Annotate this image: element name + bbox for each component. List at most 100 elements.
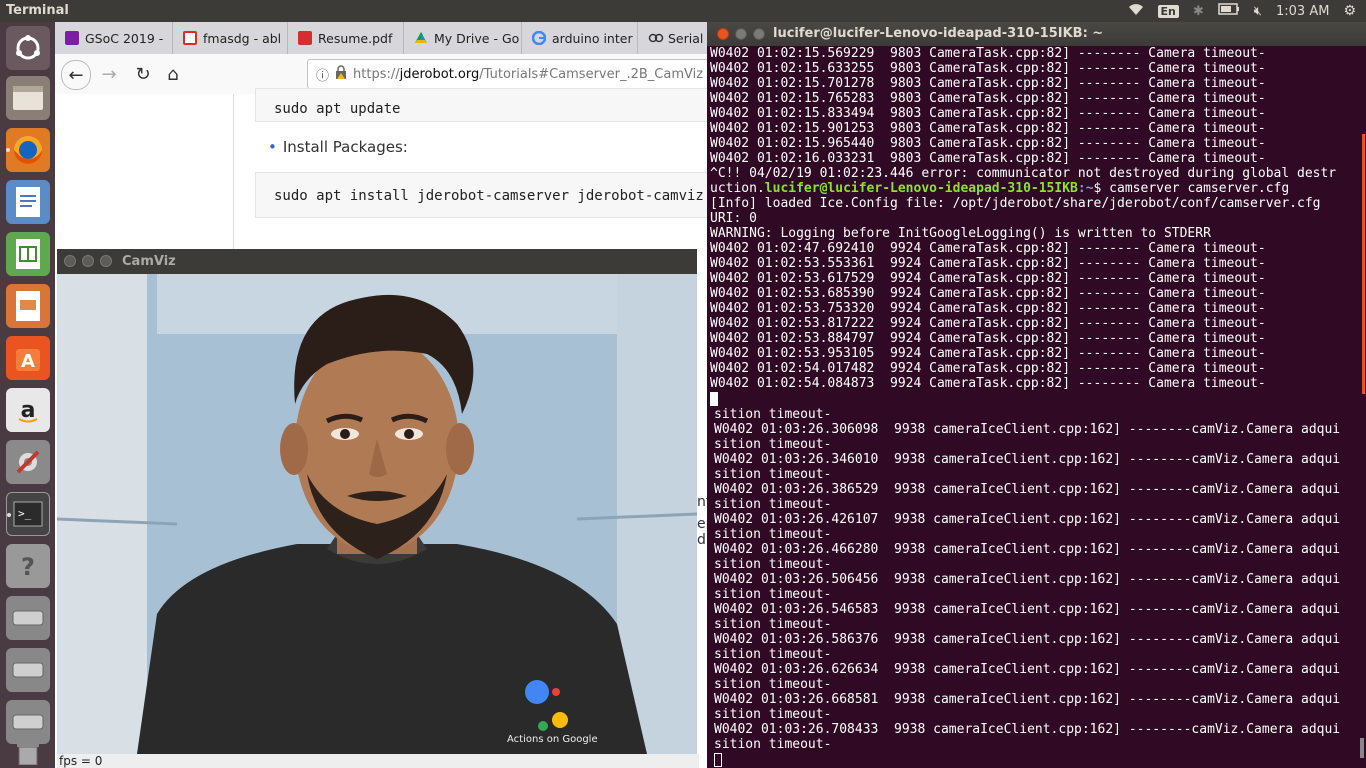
list-item: • Install Packages: (268, 138, 408, 156)
unity-launcher: A a >_ ? (0, 22, 55, 768)
amazon-icon[interactable]: a (6, 388, 50, 432)
home-icon[interactable]: ⌂ (159, 60, 187, 88)
log-line: sition timeout- (714, 527, 832, 542)
maximize-icon[interactable] (100, 255, 112, 267)
code-block: sudo apt install jderobot-camserver jder… (255, 172, 715, 218)
keyboard-layout-indicator[interactable]: En (1157, 4, 1179, 18)
log-line: W0402 01:03:26.426107 9938 cameraIceClie… (714, 512, 1341, 527)
terminal-scrollbar[interactable] (1360, 738, 1364, 758)
log-line: W0402 01:02:53.884797 9924 CameraTask.cp… (710, 331, 1266, 346)
log-line: W0402 01:02:54.017482 9924 CameraTask.cp… (710, 361, 1266, 376)
camviz-window: CamViz Actions on Google fps = 0 (57, 249, 699, 768)
ubuntu-dash-icon[interactable] (6, 26, 50, 70)
clock[interactable]: 1:03 AM (1276, 4, 1329, 19)
volume-icon[interactable]: 🔇︎ (1254, 4, 1262, 19)
log-line: W0402 01:02:15.569229 9803 CameraTask.cp… (710, 46, 1266, 61)
log-line: W0402 01:03:26.506456 9938 cameraIceClie… (714, 572, 1341, 587)
log-line: W0402 01:02:53.817222 9924 CameraTask.cp… (710, 316, 1266, 331)
log-line: W0402 01:02:15.833494 9803 CameraTask.cp… (710, 106, 1266, 121)
terminal-scrollbar[interactable] (1362, 134, 1365, 394)
browser-tab[interactable]: GSoC 2019 - (55, 22, 173, 54)
browser-tab[interactable]: My Drive - Go (404, 22, 522, 54)
firefox-icon[interactable] (6, 128, 50, 172)
trash-icon[interactable] (6, 738, 50, 768)
log-line: sition timeout- (714, 617, 832, 632)
close-icon[interactable] (64, 255, 76, 267)
terminal-titlebar[interactable]: lucifer@lucifer-Lenovo-ideapad-310-15IKB… (707, 22, 1366, 46)
log-line: sition timeout- (714, 467, 832, 482)
minimize-icon[interactable] (82, 255, 94, 267)
ubuntu-software-icon[interactable]: A (6, 336, 50, 380)
arduino-favicon-icon (648, 31, 664, 45)
bluetooth-icon[interactable]: ✱ (1193, 4, 1204, 19)
camviz-titlebar[interactable]: CamViz (57, 249, 697, 275)
log-line: sition timeout- (714, 737, 832, 752)
lock-warning-icon[interactable] (335, 65, 347, 83)
power-gear-icon[interactable]: ⚙ (1343, 3, 1356, 19)
drive-icon[interactable] (6, 648, 50, 692)
maximize-icon[interactable] (753, 28, 765, 40)
log-line: WARNING: Logging before InitGoogleLoggin… (710, 226, 1211, 241)
log-line: W0402 01:03:26.466280 9938 cameraIceClie… (714, 542, 1341, 557)
log-line: W0402 01:03:26.708433 9938 cameraIceClie… (714, 722, 1341, 737)
log-line: W0402 01:03:26.546583 9938 cameraIceClie… (714, 602, 1341, 617)
svg-text:>_: >_ (18, 507, 32, 520)
url-bar[interactable]: ⓘ https://jderobot.org/Tutorials#Camserv… (307, 59, 727, 89)
cursor-line[interactable] (710, 391, 1336, 406)
wifi-icon[interactable] (1128, 2, 1144, 20)
terminal-icon[interactable]: >_ (6, 492, 50, 536)
terminal-window-2[interactable]: sition timeout- W0402 01:03:26.306098 993… (707, 407, 1366, 768)
system-tray: En ✱ 🔇︎ 1:03 AM ⚙ (1128, 2, 1356, 20)
log-line: sition timeout- (714, 677, 832, 692)
browser-tab[interactable]: fmasdg - abl (173, 22, 288, 54)
log-line: [Info] loaded Ice.Config file: /opt/jder… (710, 196, 1321, 211)
browser-tab[interactable]: Resume.pdf (288, 22, 404, 54)
browser-tab[interactable]: Serial C (638, 22, 715, 54)
log-line: W0402 01:02:15.701278 9803 CameraTask.cp… (710, 76, 1266, 91)
cursor-line[interactable] (714, 752, 1340, 767)
libreoffice-writer-icon[interactable] (6, 180, 50, 224)
prompt-line: uction.lucifer@lucifer-Lenovo-ideapad-31… (710, 181, 1290, 196)
terminal-window-1[interactable]: lucifer@lucifer-Lenovo-ideapad-310-15IKB… (707, 22, 1366, 408)
files-icon[interactable] (6, 76, 50, 120)
libreoffice-impress-icon[interactable] (6, 284, 50, 328)
log-line: W0402 01:02:53.685390 9924 CameraTask.cp… (710, 286, 1266, 301)
log-line: sition timeout- (714, 497, 832, 512)
log-line: W0402 01:02:16.033231 9803 CameraTask.cp… (710, 151, 1266, 166)
log-line: W0402 01:03:26.586376 9938 cameraIceClie… (714, 632, 1341, 647)
text-cursor (710, 391, 718, 406)
info-icon[interactable]: ⓘ (316, 65, 329, 84)
libreoffice-calc-icon[interactable] (6, 232, 50, 276)
window-title: lucifer@lucifer-Lenovo-ideapad-310-15IKB… (773, 26, 1104, 41)
prompt-path: :~ (1077, 181, 1094, 196)
log-line: W0402 01:02:15.965440 9803 CameraTask.cp… (710, 136, 1266, 151)
battery-icon[interactable] (1218, 3, 1240, 19)
prompt-command: $ camserver camserver.cfg (1093, 181, 1290, 196)
log-line: sition timeout- (714, 707, 832, 722)
log-block: W0402 01:02:15.569229 9803 CameraTask.cp… (710, 46, 1336, 181)
google-drive-favicon-icon (414, 31, 428, 45)
log-line: sition timeout- (714, 407, 832, 422)
system-settings-icon[interactable] (6, 440, 50, 484)
back-arrow-icon[interactable]: ← (61, 60, 91, 90)
fps-label: fps = 0 (57, 754, 699, 768)
browser-tab[interactable]: arduino inter (522, 22, 638, 54)
camera-feed: Actions on Google (57, 274, 697, 754)
drive-icon[interactable] (6, 596, 50, 640)
help-icon[interactable]: ? (6, 544, 50, 588)
minimize-icon[interactable] (735, 28, 747, 40)
close-icon[interactable] (717, 28, 729, 40)
prompt-user: lucifer@lucifer-Lenovo-ideapad-310-15IKB (764, 181, 1078, 196)
log-line: sition timeout- (714, 587, 832, 602)
pdf-favicon-icon (298, 31, 312, 45)
reload-icon[interactable]: ↻ (129, 60, 157, 88)
log-line: sition timeout- (714, 557, 832, 572)
log-line: W0402 01:03:26.306098 9938 cameraIceClie… (714, 422, 1341, 437)
log-line: W0402 01:03:26.346010 9938 cameraIceClie… (714, 452, 1341, 467)
log-line: W0402 01:02:53.753320 9924 CameraTask.cp… (710, 301, 1266, 316)
code-block: sudo apt update (255, 88, 715, 122)
log-line: W0402 01:02:15.765283 9803 CameraTask.cp… (710, 91, 1266, 106)
forward-arrow-icon[interactable]: → (95, 60, 123, 88)
log-line: sition timeout- (714, 647, 832, 662)
log-line: W0402 01:03:26.668581 9938 cameraIceClie… (714, 692, 1341, 707)
